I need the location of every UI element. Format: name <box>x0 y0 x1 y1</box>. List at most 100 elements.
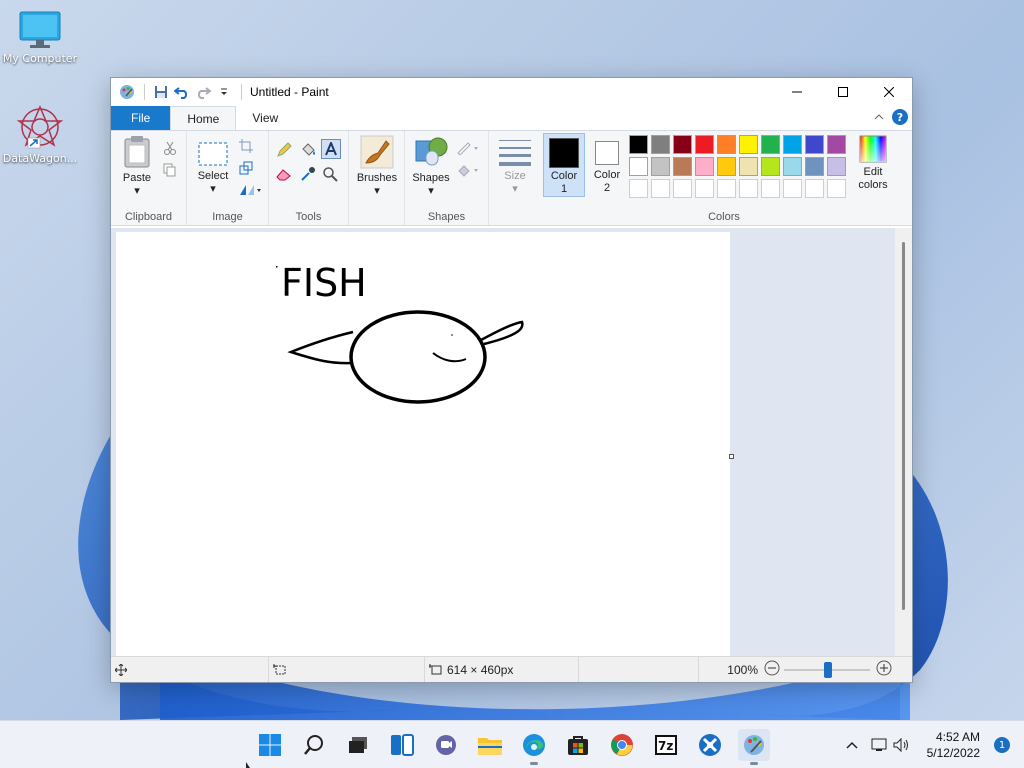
select-button[interactable]: Select ▾ <box>193 141 233 196</box>
canvas-resize-handle[interactable] <box>729 454 734 459</box>
crop-icon[interactable] <box>237 137 255 155</box>
group-size: Size ▾ <box>489 131 541 225</box>
color-swatch[interactable] <box>739 135 758 154</box>
drawing-canvas[interactable]: FISH <box>116 232 730 660</box>
network-icon[interactable] <box>868 737 890 753</box>
copy-icon[interactable] <box>161 161 179 179</box>
show-hidden-icons-chevron-icon[interactable] <box>842 741 862 749</box>
mouse-cursor <box>246 762 250 768</box>
tool-app-button[interactable] <box>694 729 726 761</box>
paint-taskbar-button[interactable] <box>738 729 770 765</box>
fill-bucket-icon[interactable] <box>299 141 317 159</box>
pencil-icon[interactable] <box>275 141 293 159</box>
file-explorer-button[interactable] <box>474 729 506 761</box>
color-swatch[interactable] <box>651 135 670 154</box>
text-tool-icon[interactable] <box>321 139 341 159</box>
help-icon[interactable]: ? <box>892 109 908 125</box>
color-swatch[interactable] <box>695 135 714 154</box>
color-swatch[interactable] <box>827 135 846 154</box>
desktop-icon-my-computer[interactable]: My Computer <box>0 10 80 65</box>
color-swatch[interactable] <box>673 157 692 176</box>
color-swatch[interactable] <box>673 135 692 154</box>
close-button[interactable] <box>866 78 912 106</box>
color-swatch[interactable] <box>651 179 670 198</box>
color-swatch[interactable] <box>783 135 802 154</box>
eraser-icon[interactable] <box>275 165 293 183</box>
color-swatch[interactable] <box>761 135 780 154</box>
color-swatch[interactable] <box>827 179 846 198</box>
chevron-down-icon: ▾ <box>374 185 380 197</box>
color-swatch[interactable] <box>629 135 648 154</box>
zoom-controls: 100% <box>727 657 892 682</box>
color-swatch[interactable] <box>629 179 648 198</box>
volume-icon[interactable] <box>890 737 912 753</box>
start-button[interactable] <box>254 729 286 761</box>
search-button[interactable] <box>298 729 330 761</box>
edit-colors-button[interactable]: Edit colors <box>851 135 895 192</box>
color-swatch[interactable] <box>717 135 736 154</box>
minimize-button[interactable] <box>774 78 820 106</box>
color-swatch[interactable] <box>761 157 780 176</box>
notification-badge[interactable]: 1 <box>994 737 1010 753</box>
canvas-size-icon <box>429 663 442 674</box>
tab-file[interactable]: File <box>111 106 171 130</box>
size-button[interactable]: Size ▾ <box>495 137 535 196</box>
color-swatch[interactable] <box>739 157 758 176</box>
color-swatch[interactable] <box>805 179 824 198</box>
color-swatch[interactable] <box>717 157 736 176</box>
undo-icon[interactable] <box>172 82 192 102</box>
color-swatch[interactable] <box>629 157 648 176</box>
minimize-ribbon-chevron-icon[interactable] <box>874 110 884 124</box>
color-swatch[interactable] <box>805 135 824 154</box>
color-swatch[interactable] <box>717 179 736 198</box>
color-swatch[interactable] <box>739 179 758 198</box>
shapes-button[interactable]: Shapes ▾ <box>409 135 453 198</box>
selection-size-icon <box>273 663 286 674</box>
color-swatch[interactable] <box>695 157 714 176</box>
color-swatch[interactable] <box>827 157 846 176</box>
chrome-button[interactable] <box>606 729 638 761</box>
vertical-scrollbar[interactable] <box>895 228 912 656</box>
color-swatch[interactable] <box>783 157 802 176</box>
color-picker-icon[interactable] <box>299 165 317 183</box>
desktop-icon-datawagon[interactable]: DataWagon... <box>0 104 80 165</box>
edge-button[interactable] <box>518 729 550 765</box>
cut-icon[interactable] <box>161 139 179 157</box>
color-swatch[interactable] <box>783 179 802 198</box>
magnifier-icon[interactable] <box>321 165 339 183</box>
outline-icon[interactable] <box>455 139 481 157</box>
system-clock[interactable]: 4:52 AM 5/12/2022 <box>927 729 980 761</box>
paste-label: Paste <box>122 172 152 184</box>
color-swatch[interactable] <box>651 157 670 176</box>
zoom-slider[interactable] <box>784 661 872 678</box>
rotate-icon[interactable] <box>237 181 263 199</box>
color-swatch[interactable] <box>673 179 692 198</box>
zoom-slider-thumb[interactable] <box>824 661 832 678</box>
color-swatch[interactable] <box>695 179 714 198</box>
color1-button[interactable]: Color 1 <box>543 133 585 197</box>
brushes-button[interactable]: Brushes ▾ <box>355 135 399 198</box>
color2-button[interactable]: Color 2 <box>587 133 627 197</box>
redo-icon[interactable] <box>193 82 213 102</box>
paste-button[interactable]: Paste ▾ <box>117 135 157 198</box>
microsoft-store-button[interactable] <box>562 729 594 761</box>
tab-home[interactable]: Home <box>170 106 237 130</box>
widgets-button[interactable] <box>386 729 418 761</box>
paint-app-icon[interactable] <box>117 82 137 102</box>
tab-view[interactable]: View <box>236 106 294 130</box>
maximize-button[interactable] <box>820 78 866 106</box>
zoom-out-button[interactable] <box>764 660 780 679</box>
paint-window: Untitled - Paint File Home View ? Paste … <box>110 77 913 683</box>
customize-toolbar-chevron-icon[interactable] <box>214 82 234 102</box>
7zip-button[interactable]: 7z <box>650 729 682 761</box>
task-view-button[interactable] <box>342 729 374 761</box>
resize-icon[interactable] <box>237 159 255 177</box>
color-swatch[interactable] <box>761 179 780 198</box>
save-icon[interactable] <box>151 82 171 102</box>
color-swatch[interactable] <box>805 157 824 176</box>
shapes-icon <box>415 137 448 166</box>
fill-icon[interactable] <box>455 161 481 179</box>
zoom-in-button[interactable] <box>876 660 892 679</box>
scrollbar-thumb[interactable] <box>902 242 905 610</box>
chat-button[interactable] <box>430 729 462 761</box>
